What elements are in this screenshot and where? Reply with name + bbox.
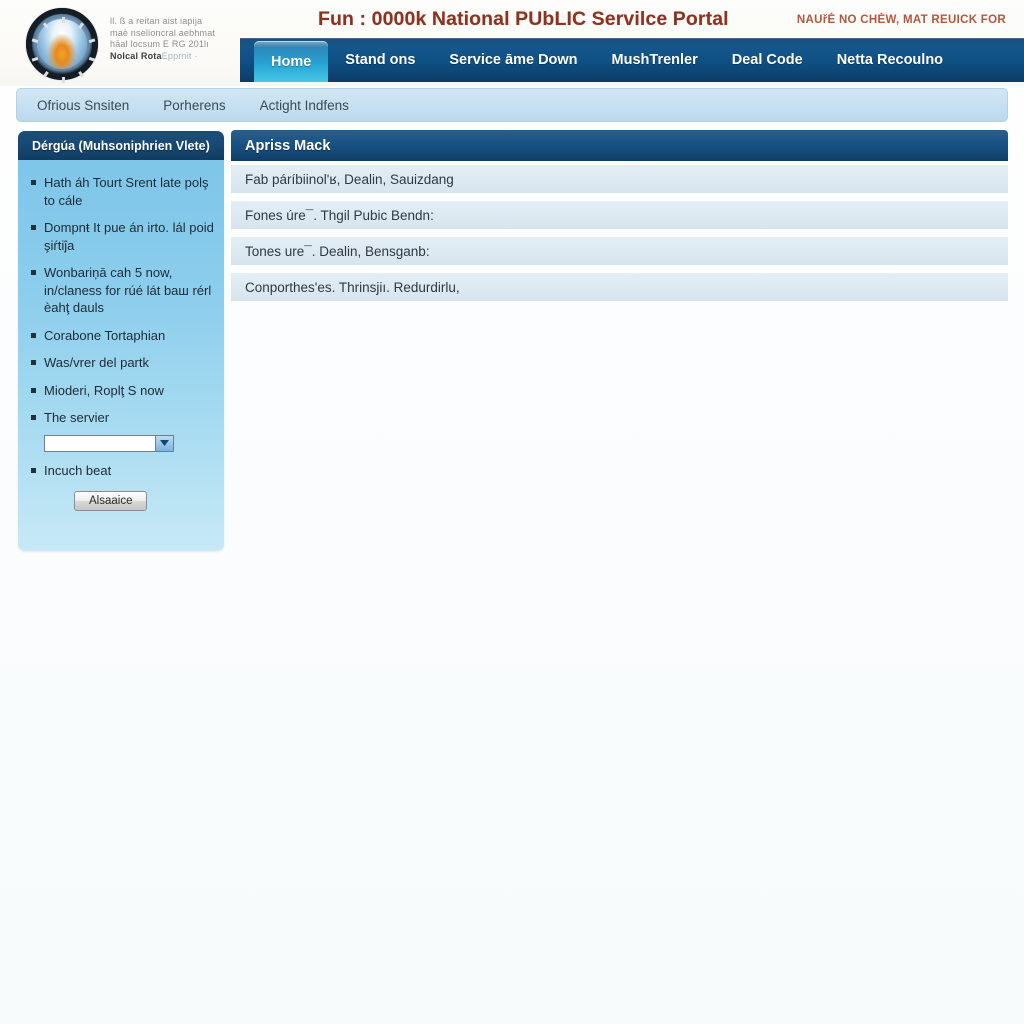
sidebar-item-2[interactable]: Dompnŧ It pue án irto. lál poid şiŕtiĵa <box>31 219 214 254</box>
sidebar-item-7[interactable]: The servier <box>31 409 214 427</box>
sidebar-select-row <box>18 434 224 453</box>
sidebar-item-5[interactable]: Was/vrer del partk <box>31 354 214 372</box>
sidebar-item-4[interactable]: Corabone Tortaphian <box>31 327 214 345</box>
nav-item-stand-ons[interactable]: Stand ons <box>328 38 432 82</box>
table-row[interactable]: Fab páríbiinolʹʁ, Dealin, Sauizdang <box>231 165 1008 193</box>
sidebar-list-secondary: Incuch beat <box>18 462 224 480</box>
nav-item-deal-code[interactable]: Deal Code <box>715 38 820 82</box>
main-content-panel: Apriss Mack Fab páríbiinolʹʁ, Dealin, Sa… <box>231 130 1008 309</box>
panel-title: Apriss Mack <box>231 130 1008 161</box>
sidebar-item-8[interactable]: Incuch beat <box>31 462 214 480</box>
table-row[interactable]: Tones ure¯. Dealin, Bensganb: <box>231 237 1008 265</box>
breadcrumb-item-1[interactable]: Ofrious Snsiten <box>37 98 129 113</box>
header-notice: NAUřĖ NO CHĖW, MAT REUICK FOR <box>796 14 1006 26</box>
org-line-2: maè nselioncral aebhmat <box>110 27 216 38</box>
nav-item-mush-trenler[interactable]: MushTrenler <box>595 38 715 82</box>
panel-row-list: Fab páríbiinolʹʁ, Dealin, Sauizdang Fone… <box>231 161 1008 301</box>
breadcrumb-item-3[interactable]: Actight Indfens <box>260 98 349 113</box>
sidebar-item-1[interactable]: Hath áh Tourt Srent late polş to cále <box>31 174 214 209</box>
chevron-down-icon[interactable] <box>155 435 173 451</box>
site-header: ll. ß a reitan aist iapija maè nselioncr… <box>0 0 1024 86</box>
org-line-4: Nolcal RotaEpprnit · <box>110 51 218 63</box>
sidebar-item-3[interactable]: Wonbariņā cah 5 now, in/claness for rúé … <box>31 264 214 317</box>
apply-button[interactable]: Alsaaice <box>74 491 148 511</box>
sidebar-panel: Dérgúa (Muhsoniphrien Vlete) Hath áh Tou… <box>18 131 224 551</box>
sidebar-item-6[interactable]: Mioderi, Roplţ S now <box>31 382 214 400</box>
breadcrumb-item-2[interactable]: Porherens <box>163 98 225 113</box>
sidebar-list: Hath áh Tourt Srent late polş to cále Do… <box>18 174 224 427</box>
table-row[interactable]: Fones úre¯. Thgil Pubic Bendn: <box>231 201 1008 229</box>
organisation-name-block: ll. ß a reitan aist iapija maè nselioncr… <box>110 16 218 62</box>
nav-item-service-time-down[interactable]: Service āme Down <box>432 38 594 82</box>
main-navigation: Home Stand ons Service āme Down MushTren… <box>240 38 1024 82</box>
page-root: ll. ß a reitan aist iapija maè nselioncr… <box>0 0 1024 1024</box>
sidebar-title: Dérgúa (Muhsoniphrien Vlete) <box>18 131 224 160</box>
org-line-1: ll. ß a reitan aist iapija <box>110 16 203 26</box>
org-line-4-text: Nolcal Rota <box>110 50 162 61</box>
emblem-ring <box>26 8 98 83</box>
nav-item-home[interactable]: Home <box>254 41 329 82</box>
breadcrumb: Ofrious Snsiten Porherens Actight Indfen… <box>16 88 1008 122</box>
org-line-4-link[interactable]: Epprnit · <box>162 51 198 61</box>
site-logo <box>24 6 104 83</box>
sidebar-dropdown[interactable] <box>44 434 174 452</box>
table-row[interactable]: Conporthesʹes. Thrinsjiı. Redurdirlu, <box>231 273 1008 301</box>
nav-item-netta-recoulno[interactable]: Netta Recoulno <box>820 38 960 82</box>
org-line-3: hāal locsum E RG 201lı <box>110 39 209 49</box>
page-title: Fun : 0000k National PUbLIC Servilce Por… <box>318 8 729 30</box>
